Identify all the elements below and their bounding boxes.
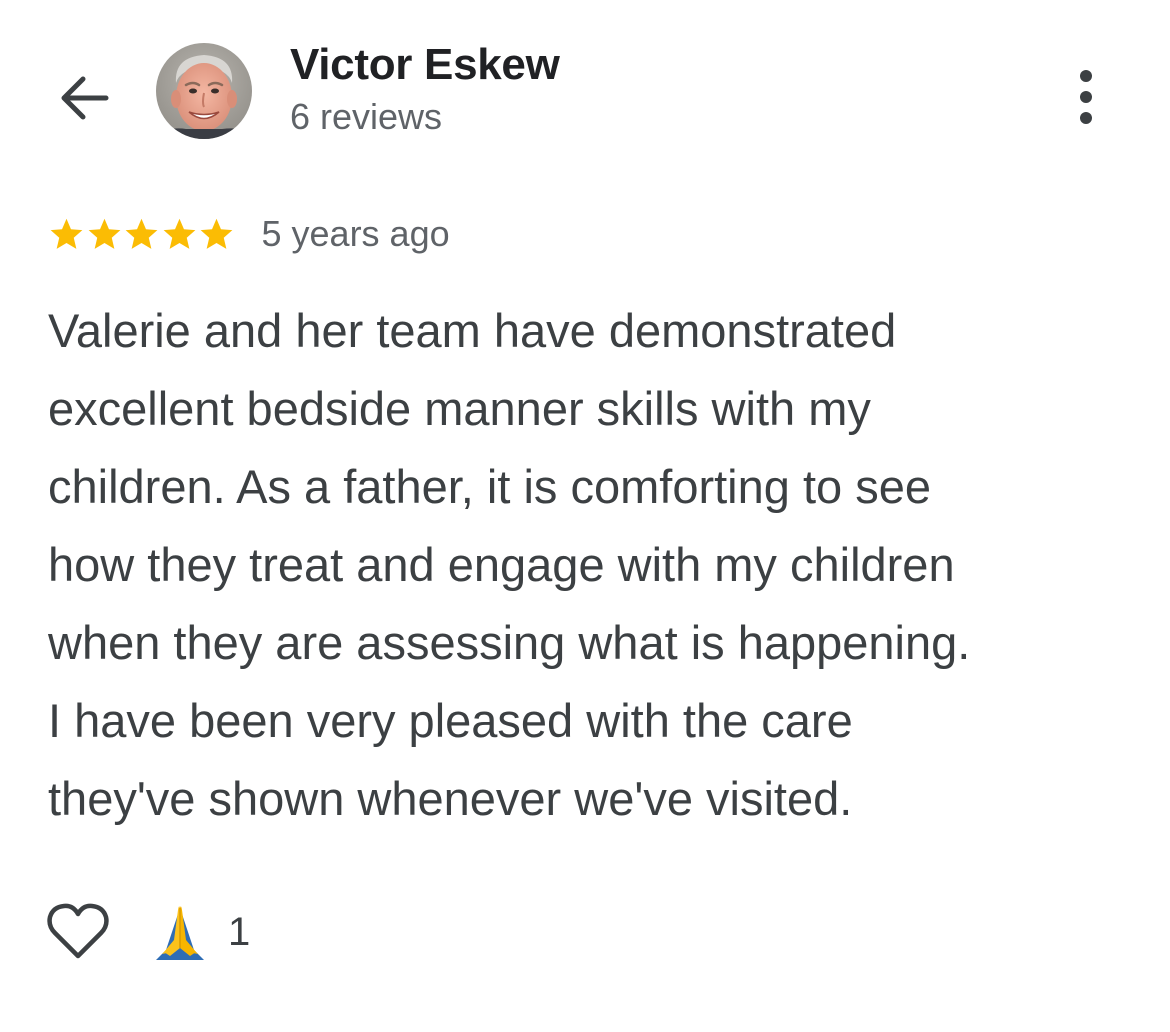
review-text: Valerie and her team have demonstrated ex… (48, 292, 1128, 838)
star-rating (48, 210, 236, 258)
star-icon (50, 218, 83, 249)
star-icon (163, 218, 195, 249)
reaction-count: 1 (228, 909, 251, 954)
star-icon (88, 218, 120, 249)
more-vert-icon (1080, 70, 1092, 124)
star-icon (125, 218, 158, 249)
more-options-button[interactable] (1062, 66, 1110, 128)
reviewer-name[interactable]: Victor Eskew (290, 40, 560, 90)
folded-hands-emoji-icon (156, 906, 204, 960)
like-button[interactable] (46, 902, 110, 962)
review-text-line: excellent bedside manner skills with my (48, 382, 871, 435)
arrow-left-icon (61, 76, 109, 120)
back-button[interactable] (52, 70, 114, 126)
review-date: 5 years ago (261, 213, 450, 254)
avatar-photo (156, 43, 252, 139)
review-text-line: children. As a father, it is comforting … (48, 460, 931, 513)
review-detail-page: Victor Eskew 6 reviews 5 years ago Valer… (0, 0, 1170, 1032)
heart-outline-icon (47, 903, 109, 959)
review-text-line: when they are assessing what is happenin… (48, 616, 971, 669)
review-text-line: they've shown whenever we've visited. (48, 772, 853, 825)
rating-row: 5 years ago (48, 210, 450, 258)
review-count[interactable]: 6 reviews (290, 96, 442, 138)
reaction-chip[interactable]: 1 (148, 900, 250, 964)
star-icon (200, 218, 233, 249)
review-text-line: I have been very pleased with the care (48, 694, 853, 747)
avatar[interactable] (156, 43, 252, 139)
review-text-line: how they treat and engage with my childr… (48, 538, 955, 591)
review-text-line: Valerie and her team have demonstrated (48, 304, 897, 357)
